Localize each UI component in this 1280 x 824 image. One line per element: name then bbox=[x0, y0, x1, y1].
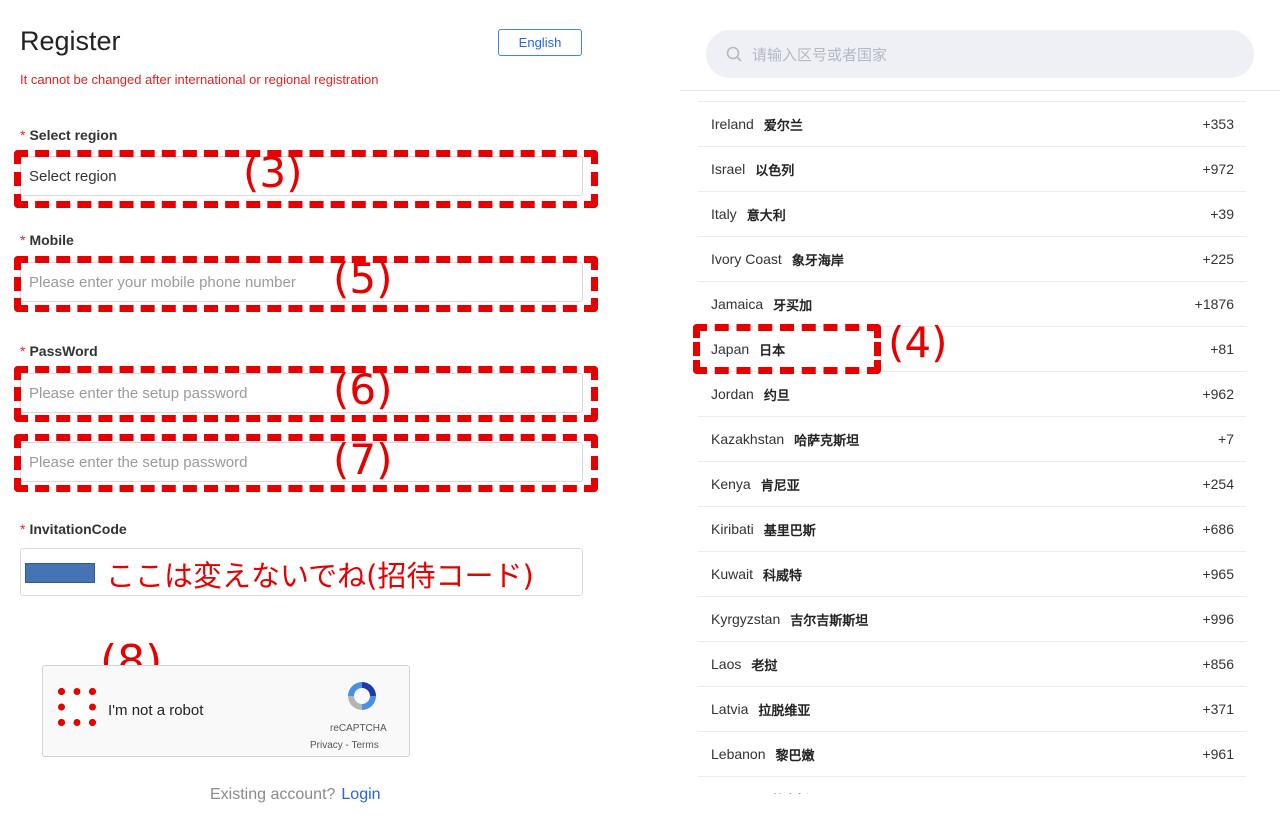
annotation-5: (5) bbox=[333, 254, 393, 303]
country-name-zh: 肯尼亚 bbox=[760, 478, 800, 494]
country-row[interactable]: Israel 以色列 +972 bbox=[698, 146, 1246, 191]
annotation-box-3 bbox=[14, 150, 598, 208]
country-row[interactable]: Laos 老挝 +856 bbox=[698, 641, 1246, 686]
country-dial-code: +965 bbox=[1202, 566, 1234, 582]
country-row[interactable]: Italy 意大利 +39 bbox=[698, 191, 1246, 236]
country-name-en: Kuwait bbox=[711, 566, 754, 582]
required-mark: * bbox=[20, 127, 26, 143]
country-dial-code: +254 bbox=[1202, 476, 1234, 492]
country-row[interactable]: Kenya 肯尼亚 +254 bbox=[698, 461, 1246, 506]
country-search-input[interactable]: 请输入区号或者国家 bbox=[706, 30, 1254, 78]
annotation-7: (7) bbox=[333, 435, 393, 484]
country-dial-code: +81 bbox=[1210, 341, 1234, 357]
country-row[interactable]: Kuwait 科威特 +965 bbox=[698, 551, 1246, 596]
login-link[interactable]: Login bbox=[341, 786, 380, 803]
country-row[interactable]: Ireland 爱尔兰 +353 bbox=[698, 101, 1246, 146]
country-name-en: Kiribati bbox=[711, 521, 754, 537]
divider bbox=[680, 90, 1280, 91]
country-row[interactable]: Kyrgyzstan 吉尔吉斯斯坦 +996 bbox=[698, 596, 1246, 641]
search-icon bbox=[726, 46, 742, 62]
country-name-en: Italy bbox=[711, 206, 737, 222]
recaptcha-links[interactable]: Privacy - Terms bbox=[310, 740, 379, 751]
country-row[interactable]: Lebanon 黎巴嫩 +961 bbox=[698, 731, 1246, 776]
language-button[interactable]: English bbox=[498, 29, 582, 56]
country-name-en: Ivory Coast bbox=[711, 251, 782, 267]
registration-warning: It cannot be changed after international… bbox=[20, 72, 379, 87]
recaptcha-checkbox[interactable] bbox=[58, 688, 96, 726]
country-name-zh: 老挝 bbox=[751, 658, 778, 674]
country-dial-code: +972 bbox=[1202, 161, 1234, 177]
invitation-note: ここは変えないでね(招待コード) bbox=[106, 559, 534, 593]
search-placeholder: 请输入区号或者国家 bbox=[752, 45, 888, 64]
country-dial-code: +353 bbox=[1202, 116, 1234, 132]
annotation-box-4 bbox=[693, 324, 881, 374]
country-name-zh: 哈萨克斯坦 bbox=[794, 433, 860, 449]
country-name-en: Laos bbox=[711, 656, 742, 672]
country-name-zh: 拉脱维亚 bbox=[758, 703, 811, 719]
country-dial-code: +962 bbox=[1202, 386, 1234, 402]
country-name-en: Kazakhstan bbox=[711, 431, 785, 447]
annotation-4: (4) bbox=[888, 318, 948, 367]
recaptcha-icon bbox=[348, 682, 376, 710]
country-dial-code: +1876 bbox=[1194, 296, 1234, 312]
login-prompt: Existing account? Login bbox=[210, 786, 381, 803]
country-dial-code: +996 bbox=[1202, 611, 1234, 627]
region-label: * Select region bbox=[20, 127, 118, 143]
country-dial-code: +856 bbox=[1202, 656, 1234, 672]
recaptcha-brand: reCAPTCHA bbox=[330, 723, 387, 734]
country-name-zh: 约旦 bbox=[763, 388, 790, 404]
country-dial-code: +961 bbox=[1202, 746, 1234, 762]
country-dial-code: +39 bbox=[1210, 206, 1234, 222]
country-dial-code: +225 bbox=[1202, 251, 1234, 267]
mobile-label: * Mobile bbox=[20, 232, 74, 248]
country-name-en: Kyrgyzstan bbox=[711, 611, 781, 627]
country-row[interactable]: Kazakhstan 哈萨克斯坦 +7 bbox=[698, 416, 1246, 461]
country-name-en: Ireland bbox=[711, 116, 754, 132]
password-label: * PassWord bbox=[20, 343, 98, 359]
country-list: Ireland 爱尔兰 +353 Israel 以色列 +972 Italy 意大利 +39 Iv… bbox=[698, 101, 1246, 794]
recaptcha-label: I'm not a robot bbox=[108, 702, 204, 719]
country-row[interactable]: Ivory Coast 象牙海岸 +225 bbox=[698, 236, 1246, 281]
country-dial-code: +7 bbox=[1218, 431, 1234, 447]
country-name-zh: 爱尔兰 bbox=[763, 118, 803, 134]
country-name-en: Lesotho bbox=[711, 791, 761, 794]
country-name-zh: 黎巴嫩 bbox=[775, 748, 815, 764]
country-name-zh: 意大利 bbox=[746, 208, 786, 224]
redacted-invitation-code bbox=[25, 563, 95, 583]
annotation-box-7 bbox=[14, 434, 598, 492]
country-row[interactable]: Lesotho 莱索托 +266 bbox=[698, 776, 1246, 794]
invitation-label: * InvitationCode bbox=[20, 521, 127, 537]
country-dial-code: +686 bbox=[1202, 521, 1234, 537]
annotation-6: (6) bbox=[333, 365, 393, 414]
country-name-en: Lebanon bbox=[711, 746, 766, 762]
country-name-en: Kenya bbox=[711, 476, 751, 492]
country-row[interactable]: Jordan 约旦 +962 bbox=[698, 371, 1246, 416]
country-dial-code: +266 bbox=[1202, 791, 1234, 794]
country-name-zh: 科威特 bbox=[763, 568, 803, 584]
annotation-box-6 bbox=[14, 366, 598, 422]
country-name-en: Israel bbox=[711, 161, 746, 177]
country-name-en: Jamaica bbox=[711, 296, 764, 312]
country-name-en: Jordan bbox=[711, 386, 754, 402]
country-name-zh: 吉尔吉斯斯坦 bbox=[790, 613, 869, 629]
country-name-en: Latvia bbox=[711, 701, 749, 717]
annotation-3: (3) bbox=[243, 148, 303, 197]
country-name-zh: 以色列 bbox=[755, 163, 795, 179]
country-row[interactable]: Jamaica 牙买加 +1876 bbox=[698, 281, 1246, 326]
country-name-zh: 莱索托 bbox=[771, 790, 810, 795]
annotation-box-5 bbox=[14, 256, 598, 312]
country-name-zh: 基里巴斯 bbox=[763, 523, 816, 539]
page-title: Register bbox=[20, 26, 121, 56]
country-dial-code: +371 bbox=[1202, 701, 1234, 717]
country-name-zh: 象牙海岸 bbox=[791, 253, 844, 269]
country-name-zh: 牙买加 bbox=[773, 298, 813, 314]
country-row[interactable]: Latvia 拉脱维亚 +371 bbox=[698, 686, 1246, 731]
country-row[interactable]: Kiribati 基里巴斯 +686 bbox=[698, 506, 1246, 551]
